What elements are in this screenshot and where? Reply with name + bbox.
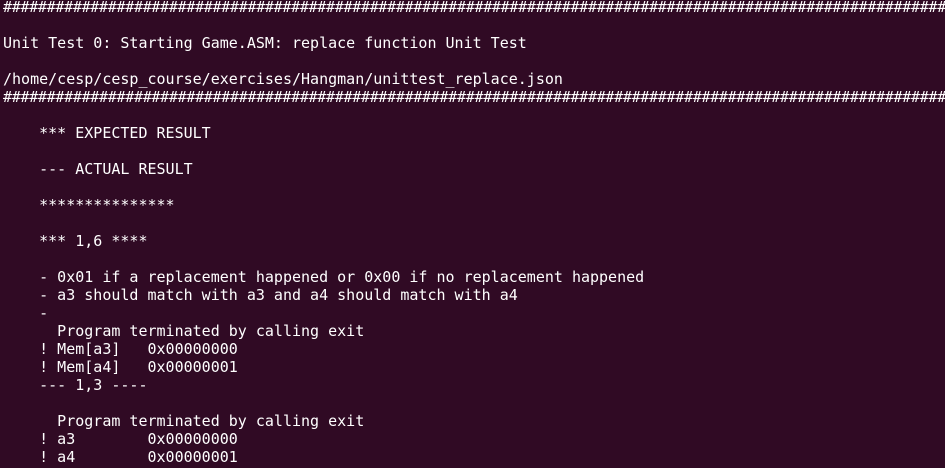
diff-line: ! a4 0x00000001 [3,448,238,466]
diff-hunk-expected: *** 1,6 **** [3,232,148,250]
separator-line: ########################################… [3,0,945,16]
diff-line: ! a3 0x00000000 [3,430,238,448]
separator-line: ########################################… [3,88,945,106]
test-file-path: /home/cesp/cesp_course/exercises/Hangman… [3,70,563,88]
diff-line: - a3 should match with a3 and a4 should … [3,286,518,304]
expected-result-header: *** EXPECTED RESULT [3,124,211,142]
terminal-window[interactable]: ########################################… [0,0,945,468]
diff-line: ! Mem[a4] 0x00000001 [3,358,238,376]
diff-hunk-actual: --- 1,3 ---- [3,376,148,394]
diff-line: ! Mem[a3] 0x00000000 [3,340,238,358]
unit-test-title: Unit Test 0: Starting Game.ASM: replace … [3,34,527,52]
diff-separator: *************** [3,196,175,214]
diff-line: Program terminated by calling exit [3,412,365,430]
diff-line: Program terminated by calling exit [3,322,365,340]
diff-line: - [3,304,49,322]
actual-result-header: --- ACTUAL RESULT [3,160,193,178]
diff-line: - 0x01 if a replacement happened or 0x00… [3,268,645,286]
